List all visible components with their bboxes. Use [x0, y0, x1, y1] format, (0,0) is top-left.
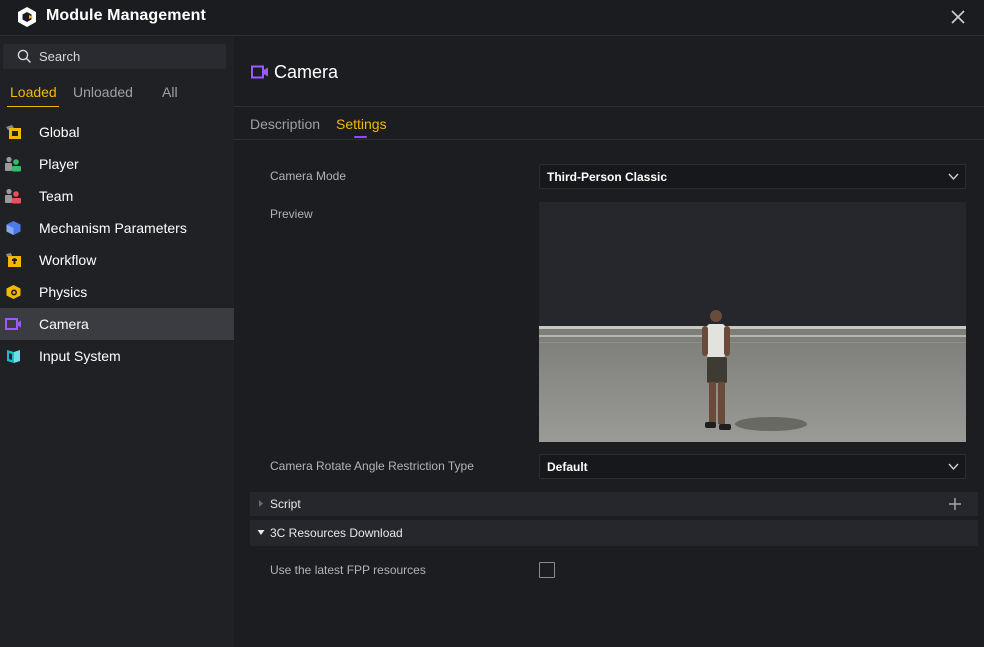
preview-scene-image: [539, 202, 966, 442]
plus-icon[interactable]: [948, 497, 962, 511]
tab-loaded[interactable]: Loaded: [10, 84, 57, 100]
page-title: Camera: [274, 62, 339, 82]
module-item-team[interactable]: Team: [0, 180, 234, 212]
tab-description[interactable]: Description: [250, 116, 320, 132]
mechanism-hexagon-icon: [6, 221, 21, 235]
script-section-header[interactable]: Script: [250, 492, 978, 516]
module-item-workflow[interactable]: Workflow: [0, 244, 234, 276]
chevron-down-icon: [948, 463, 959, 471]
camera-mode-label: Camera Mode: [270, 169, 347, 183]
workflow-folder-icon: [6, 253, 21, 267]
module-item-player[interactable]: Player: [0, 148, 234, 180]
module-label: Camera: [39, 316, 89, 332]
fpp-resources-label: Use the latest FPP resources: [270, 563, 426, 577]
camera-mode-value: Third-Person Classic: [547, 170, 668, 184]
resources-section-label: 3C Resources Download: [270, 526, 403, 540]
module-label: Team: [39, 188, 74, 204]
module-item-physics[interactable]: Physics: [0, 276, 234, 308]
active-tab-underline: [7, 106, 59, 107]
rotate-restriction-select[interactable]: Default: [539, 454, 966, 479]
module-item-input-system[interactable]: Input System: [0, 340, 234, 372]
filter-tabs: Loaded Unloaded All: [0, 81, 234, 107]
search-input[interactable]: Search: [3, 44, 226, 69]
tab-settings[interactable]: Settings: [336, 116, 387, 132]
module-sidebar: Search Loaded Unloaded All Global Player: [0, 37, 234, 647]
tab-unloaded[interactable]: Unloaded: [73, 84, 133, 100]
module-label: Workflow: [39, 252, 97, 268]
rotate-restriction-label: Camera Rotate Angle Restriction Type: [270, 459, 474, 473]
module-detail-panel: Camera Description Settings Camera Mode …: [234, 37, 984, 647]
script-section-label: Script: [270, 497, 301, 511]
caret-down-icon: [257, 530, 265, 535]
search-icon: [17, 49, 32, 64]
chevron-down-icon: [948, 173, 959, 181]
settings-tab-indicator: [354, 136, 367, 138]
detail-header: Camera: [234, 37, 984, 107]
tab-all[interactable]: All: [162, 84, 178, 100]
player-users-icon: [5, 156, 21, 172]
search-placeholder: Search: [39, 49, 81, 64]
team-users-icon: [5, 188, 21, 204]
caret-right-icon: [259, 500, 263, 507]
title-bar: Module Management: [0, 0, 984, 36]
physics-shield-icon: [6, 285, 21, 299]
close-icon[interactable]: [946, 5, 970, 29]
camera-icon: [5, 318, 21, 330]
camera-icon: [251, 65, 268, 79]
module-label: Input System: [39, 348, 121, 364]
detail-tabs: Description Settings: [234, 108, 984, 140]
module-item-global[interactable]: Global: [0, 116, 234, 148]
rotate-restriction-value: Default: [547, 460, 588, 474]
camera-mode-select[interactable]: Third-Person Classic: [539, 164, 966, 189]
global-folder-icon: [6, 125, 21, 139]
camera-preview: [539, 202, 966, 442]
module-label: Global: [39, 124, 80, 140]
module-label: Mechanism Parameters: [39, 220, 187, 236]
fpp-resources-checkbox[interactable]: [539, 562, 555, 578]
hexagon-logo-icon: [18, 7, 36, 27]
input-system-book-icon: [7, 350, 20, 363]
resources-section-header[interactable]: 3C Resources Download: [250, 520, 978, 546]
module-item-mechanism-parameters[interactable]: Mechanism Parameters: [0, 212, 234, 244]
module-label: Player: [39, 156, 79, 172]
window-title: Module Management: [46, 7, 206, 24]
module-label: Physics: [39, 284, 88, 300]
module-item-camera[interactable]: Camera: [0, 308, 234, 340]
preview-label: Preview: [270, 207, 313, 221]
